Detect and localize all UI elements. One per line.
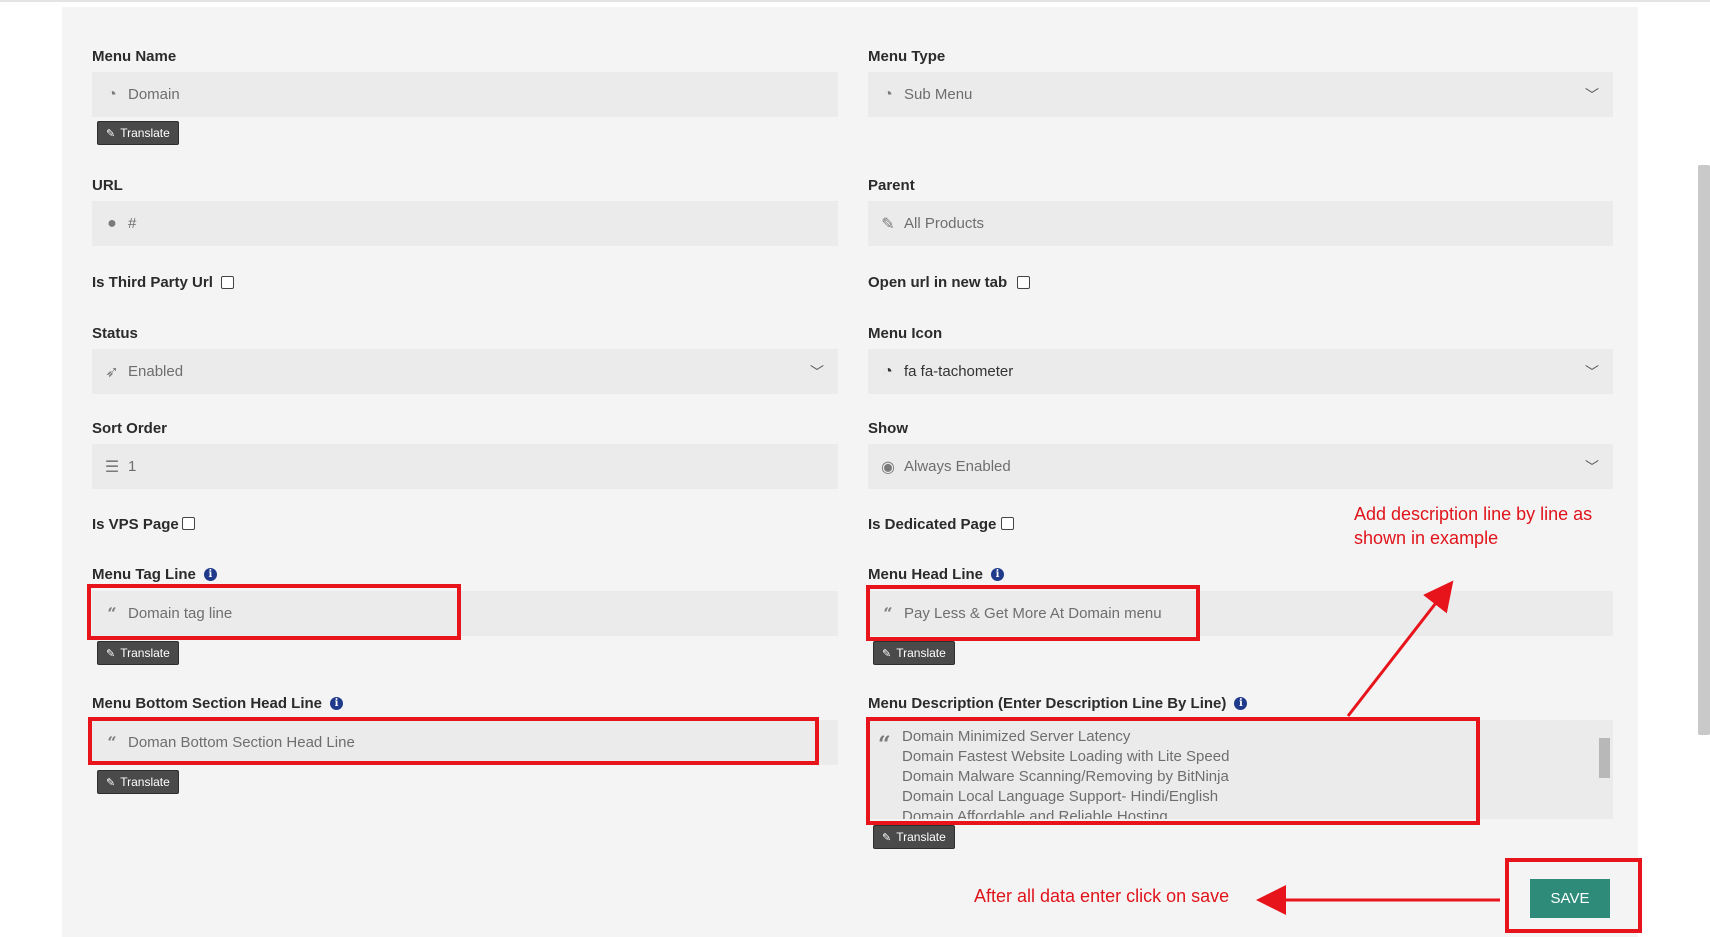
- edit-icon: ✎: [106, 776, 116, 789]
- info-icon[interactable]: i: [330, 697, 344, 710]
- translate-button-bottom-head-line[interactable]: ✎ Translate: [97, 770, 179, 794]
- translate-button-description[interactable]: ✎ Translate: [873, 825, 955, 849]
- highlight-description: [866, 717, 1480, 825]
- menu-bottom-head-line-label: Menu Bottom Section Head Line i: [92, 695, 344, 712]
- translate-label: Translate: [896, 830, 946, 844]
- highlight-bottom-head-line: [88, 717, 819, 765]
- menu-description-label-text: Menu Description (Enter Description Line…: [868, 695, 1227, 712]
- menu-description-label: Menu Description (Enter Description Line…: [868, 695, 1248, 712]
- menu-bottom-head-line-label-text: Menu Bottom Section Head Line: [92, 695, 323, 712]
- save-button[interactable]: SAVE: [1530, 879, 1610, 918]
- arrow-to-description-note: [1346, 580, 1454, 717]
- translate-label: Translate: [120, 775, 170, 789]
- textarea-scrollbar[interactable]: [1597, 720, 1613, 819]
- textarea-scroll-thumb[interactable]: [1599, 738, 1610, 778]
- info-icon[interactable]: i: [1234, 697, 1248, 710]
- edit-icon: ✎: [882, 831, 892, 844]
- save-annotation: After all data enter click on save: [974, 886, 1230, 906]
